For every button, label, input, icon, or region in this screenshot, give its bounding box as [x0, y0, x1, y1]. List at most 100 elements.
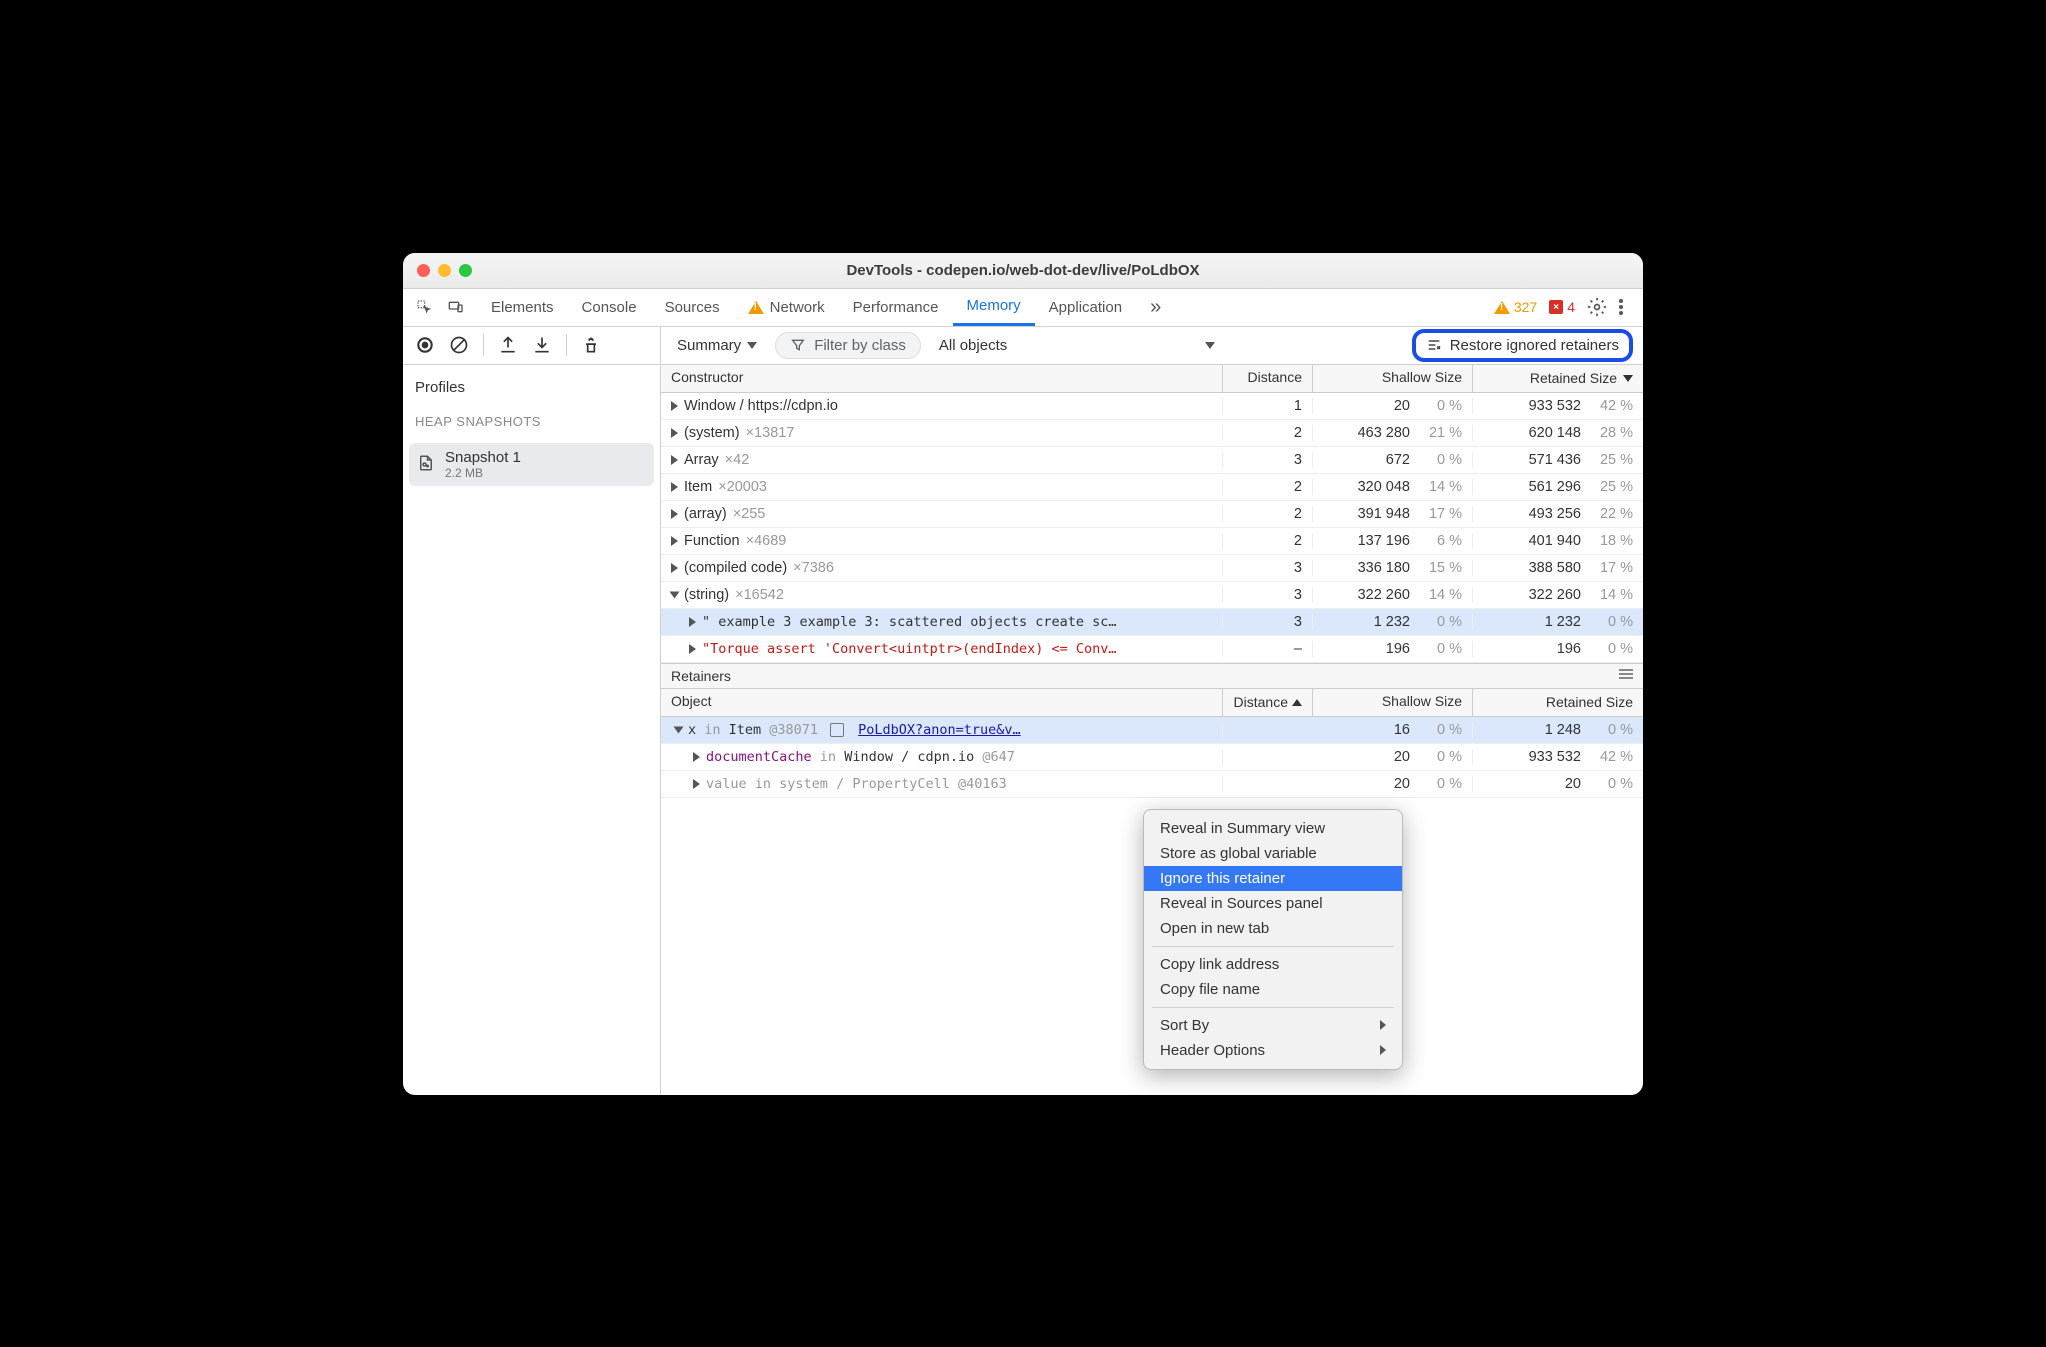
table-row[interactable]: "Torque assert 'Convert<uintptr>(endInde… [661, 636, 1643, 663]
table-row[interactable]: " example 3 example 3: scattered objects… [661, 609, 1643, 636]
filter-placeholder: Filter by class [814, 337, 906, 354]
snapshot-icon [417, 454, 435, 475]
table-row[interactable]: (compiled code)×73863336 18015 %388 5801… [661, 555, 1643, 582]
devtools-window: DevTools - codepen.io/web-dot-dev/live/P… [403, 253, 1643, 1095]
filter-input[interactable]: Filter by class [775, 332, 921, 359]
close-icon[interactable] [417, 264, 430, 277]
context-menu-item[interactable]: Open in new tab [1144, 916, 1402, 941]
restore-ignored-retainers-button[interactable]: Restore ignored retainers [1412, 329, 1633, 362]
disclosure-icon[interactable] [671, 455, 678, 465]
tabbar: Elements Console Sources Network Perform… [403, 289, 1643, 327]
titlebar: DevTools - codepen.io/web-dot-dev/live/P… [403, 253, 1643, 289]
snapshot-name: Snapshot 1 [445, 449, 521, 466]
context-menu-item[interactable]: Sort By [1144, 1013, 1402, 1038]
restore-icon [1426, 337, 1442, 353]
snapshot-size: 2.2 MB [445, 466, 521, 480]
record-icon[interactable] [415, 335, 435, 355]
context-menu-item[interactable]: Reveal in Sources panel [1144, 891, 1402, 916]
warnings-count[interactable]: 327 [1494, 299, 1537, 315]
col-retained[interactable]: Retained Size [1473, 689, 1643, 716]
chevron-right-icon [1380, 1020, 1386, 1030]
table-row[interactable]: Array×4236720 %571 43625 % [661, 447, 1643, 474]
clear-icon[interactable] [449, 335, 469, 355]
memory-toolbar: Summary Filter by class All objects Rest… [403, 327, 1643, 365]
settings-icon[interactable] [1587, 297, 1607, 317]
source-link[interactable]: PoLdbOX?anon=true&v… [858, 722, 1021, 738]
chevron-right-icon [1380, 1045, 1386, 1055]
disclosure-icon[interactable] [671, 401, 678, 411]
disclosure-icon[interactable] [671, 482, 678, 492]
tab-network[interactable]: Network [734, 288, 839, 326]
disclosure-icon[interactable] [671, 563, 678, 573]
context-menu-item[interactable]: Header Options [1144, 1038, 1402, 1063]
objects-filter-dropdown[interactable]: All objects [933, 333, 1013, 358]
download-icon[interactable] [532, 335, 552, 355]
collect-garbage-icon[interactable] [581, 335, 601, 355]
disclosure-icon[interactable] [693, 752, 700, 762]
col-shallow[interactable]: Shallow Size [1313, 689, 1473, 716]
disclosure-icon[interactable] [674, 726, 684, 733]
minimize-icon[interactable] [438, 264, 451, 277]
errors-count[interactable]: ×4 [1549, 299, 1575, 315]
disclosure-icon[interactable] [689, 644, 696, 654]
menu-icon[interactable] [1619, 669, 1633, 679]
context-menu-item[interactable]: Copy file name [1144, 977, 1402, 1002]
col-object[interactable]: Object [661, 689, 1223, 716]
device-icon[interactable] [445, 296, 467, 318]
context-menu-item[interactable]: Store as global variable [1144, 841, 1402, 866]
context-menu-item[interactable]: Reveal in Summary view [1144, 816, 1402, 841]
table-row[interactable]: documentCache in Window / cdpn.io @64720… [661, 744, 1643, 771]
filter-icon [790, 337, 806, 353]
disclosure-icon[interactable] [689, 617, 696, 627]
view-dropdown[interactable]: Summary [671, 333, 763, 358]
profiles-title: Profiles [403, 375, 660, 400]
constructor-table-header: Constructor Distance Shallow Size Retain… [661, 365, 1643, 393]
heap-snapshots-section: HEAP SNAPSHOTS [403, 408, 660, 435]
disclosure-icon[interactable] [670, 591, 680, 598]
warning-icon [748, 301, 764, 314]
col-retained[interactable]: Retained Size [1473, 365, 1643, 392]
table-row[interactable]: (string)×165423322 26014 %322 26014 % [661, 582, 1643, 609]
inspect-icon[interactable] [413, 296, 435, 318]
col-constructor[interactable]: Constructor [661, 365, 1223, 392]
tab-sources[interactable]: Sources [651, 288, 734, 326]
table-row[interactable]: Window / https://cdpn.io1200 %933 53242 … [661, 393, 1643, 420]
disclosure-icon[interactable] [671, 428, 678, 438]
col-distance[interactable]: Distance [1223, 689, 1313, 716]
table-row[interactable]: Item×200032320 04814 %561 29625 % [661, 474, 1643, 501]
table-row[interactable]: Function×46892137 1966 %401 94018 % [661, 528, 1643, 555]
tab-console[interactable]: Console [568, 288, 651, 326]
disclosure-icon[interactable] [671, 536, 678, 546]
tab-memory[interactable]: Memory [953, 288, 1035, 326]
warning-icon [1494, 301, 1510, 314]
tab-performance[interactable]: Performance [839, 288, 953, 326]
window-title: DevTools - codepen.io/web-dot-dev/live/P… [487, 262, 1559, 279]
upload-icon[interactable] [498, 335, 518, 355]
zoom-icon[interactable] [459, 264, 472, 277]
context-menu-item[interactable]: Copy link address [1144, 952, 1402, 977]
col-shallow[interactable]: Shallow Size [1313, 365, 1473, 392]
traffic-lights [417, 264, 487, 277]
chevron-down-icon [1205, 342, 1215, 349]
sort-desc-icon [1623, 375, 1633, 382]
tab-application[interactable]: Application [1035, 288, 1136, 326]
col-distance[interactable]: Distance [1223, 365, 1313, 392]
error-icon: × [1549, 300, 1563, 314]
context-menu-item[interactable]: Ignore this retainer [1144, 866, 1402, 891]
table-row[interactable]: (array)×2552391 94817 %493 25622 % [661, 501, 1643, 528]
table-row[interactable]: x in Item @38071PoLdbOX?anon=true&v…160 … [661, 717, 1643, 744]
tab-elements[interactable]: Elements [477, 288, 568, 326]
disclosure-icon[interactable] [671, 509, 678, 519]
context-menu: Reveal in Summary viewStore as global va… [1143, 809, 1403, 1070]
more-icon[interactable] [1619, 299, 1625, 315]
table-row[interactable]: value in system / PropertyCell @40163200… [661, 771, 1643, 798]
tabs-overflow[interactable]: » [1136, 288, 1175, 326]
snapshot-item[interactable]: Snapshot 1 2.2 MB [409, 443, 654, 486]
element-icon [830, 723, 844, 737]
disclosure-icon[interactable] [693, 779, 700, 789]
sidebar: Profiles HEAP SNAPSHOTS Snapshot 1 2.2 M… [403, 365, 661, 1095]
table-row[interactable]: (system)×138172463 28021 %620 14828 % [661, 420, 1643, 447]
chevron-down-icon [747, 342, 757, 349]
retainers-table-header: Object Distance Shallow Size Retained Si… [661, 689, 1643, 717]
retainers-section: Retainers [661, 663, 1643, 689]
